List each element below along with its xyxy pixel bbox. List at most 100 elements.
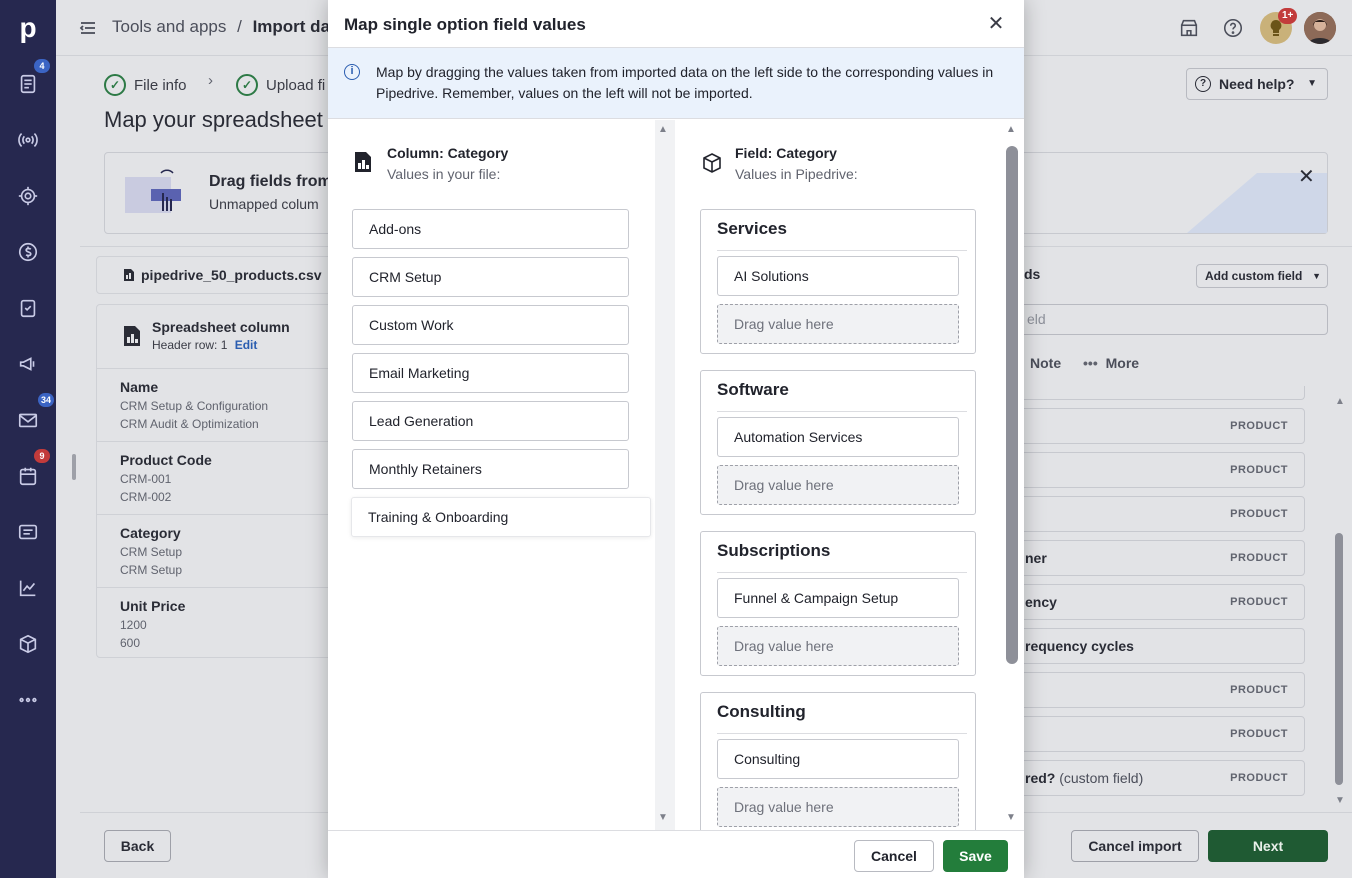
edit-header-row-link[interactable]: Edit xyxy=(235,338,258,352)
campaigns-megaphone-icon[interactable] xyxy=(8,344,48,384)
divider xyxy=(96,587,336,588)
more-dots-icon[interactable] xyxy=(8,680,48,720)
check-icon: ✓ xyxy=(236,74,258,96)
next-button[interactable]: Next xyxy=(1208,830,1328,862)
drag-banner-title: Drag fields from xyxy=(209,173,332,190)
target-icon[interactable] xyxy=(8,176,48,216)
option-title: Subscriptions xyxy=(717,541,831,560)
breadcrumb-root[interactable]: Tools and apps xyxy=(112,17,226,36)
field-row[interactable]: ner PRODUCT xyxy=(1016,540,1305,576)
caret-down-icon: ▼ xyxy=(1312,271,1321,281)
product-tag: PRODUCT xyxy=(1230,552,1288,564)
field-row[interactable]: PRODUCT xyxy=(1016,496,1305,532)
file-column-header: Column: Category Values in your file: xyxy=(387,143,508,185)
mapped-value[interactable]: Funnel & Campaign Setup xyxy=(717,578,959,618)
scroll-up-icon[interactable]: ▲ xyxy=(658,124,668,135)
spreadsheet-field[interactable]: Unit Price 1200 600 xyxy=(120,597,185,652)
file-value-item[interactable]: Custom Work xyxy=(352,305,629,345)
back-button[interactable]: Back xyxy=(104,830,171,862)
field-row[interactable]: PRODUCT xyxy=(1016,716,1305,752)
field-name: Category xyxy=(120,525,181,541)
deals-dollar-icon[interactable] xyxy=(8,232,48,272)
modal-footer: Cancel Save xyxy=(328,830,1024,878)
field-name: Name xyxy=(120,379,159,395)
option-group: Consulting Consulting Drag value here xyxy=(700,692,976,830)
mapped-value[interactable]: Consulting xyxy=(717,739,959,779)
products-box-icon[interactable] xyxy=(8,624,48,664)
field-row[interactable]: ency PRODUCT xyxy=(1016,584,1305,620)
field-sample: CRM Setup xyxy=(120,563,183,577)
scroll-down-icon[interactable]: ▼ xyxy=(1006,812,1016,823)
spreadsheet-field[interactable]: Name CRM Setup & Configuration CRM Audit… xyxy=(120,378,268,433)
field-row[interactable]: PRODUCT xyxy=(1016,672,1305,708)
main-sidebar: p 4 34 9 xyxy=(0,0,56,878)
map-values-modal: Map single option field values ✕ i Map b… xyxy=(328,0,1024,878)
field-search-input[interactable]: eld xyxy=(1016,304,1328,335)
file-value-item[interactable]: Lead Generation xyxy=(352,401,629,441)
drop-zone[interactable]: Drag value here xyxy=(717,626,959,666)
add-custom-field-button[interactable]: Add custom field ▼ xyxy=(1196,264,1328,288)
mapped-value[interactable]: AI Solutions xyxy=(717,256,959,296)
product-tag: PRODUCT xyxy=(1230,464,1288,476)
left-column-scroll-gutter xyxy=(655,120,675,830)
drop-zone[interactable]: Drag value here xyxy=(717,465,959,505)
need-help-button[interactable]: ? Need help? ▼ xyxy=(1186,68,1328,100)
fields-scrollbar[interactable] xyxy=(1335,533,1343,785)
insights-chart-icon[interactable] xyxy=(8,568,48,608)
field-row-label: ency xyxy=(1025,594,1057,610)
spreadsheet-file-icon xyxy=(355,152,371,172)
mail-icon[interactable]: 34 xyxy=(8,393,54,440)
scroll-down-icon[interactable]: ▼ xyxy=(658,812,668,823)
scroll-up-icon[interactable]: ▲ xyxy=(1335,396,1345,407)
field-type-tabs: Note ••• More xyxy=(1030,355,1139,371)
file-value-item-dragging[interactable]: Training & Onboarding xyxy=(351,497,651,537)
collapse-menu-icon[interactable] xyxy=(78,18,98,38)
spreadsheet-field[interactable]: Category CRM Setup CRM Setup xyxy=(120,524,182,579)
product-tag: PRODUCT xyxy=(1230,420,1288,432)
leads-icon[interactable]: 4 xyxy=(8,59,50,104)
user-avatar[interactable] xyxy=(1304,12,1336,44)
scroll-up-icon[interactable]: ▲ xyxy=(1006,124,1016,135)
panel-resize-handle[interactable] xyxy=(72,454,76,480)
pipedrive-logo[interactable]: p xyxy=(0,8,56,48)
breadcrumb-separator: / xyxy=(237,17,242,36)
leads-badge: 4 xyxy=(34,59,50,73)
cancel-import-button[interactable]: Cancel import xyxy=(1071,830,1199,862)
file-value-item[interactable]: Monthly Retainers xyxy=(352,449,629,489)
field-row[interactable]: red? (custom field) PRODUCT xyxy=(1016,760,1305,796)
file-icon xyxy=(124,269,134,281)
field-sample: CRM-002 xyxy=(120,490,172,504)
mapped-value[interactable]: Automation Services xyxy=(717,417,959,457)
save-button[interactable]: Save xyxy=(943,840,1008,872)
activities-clipboard-icon[interactable] xyxy=(8,288,48,328)
step-label: Upload fi xyxy=(266,76,326,94)
contacts-card-icon[interactable] xyxy=(8,512,48,552)
marketplace-icon[interactable] xyxy=(1176,15,1202,41)
info-icon: i xyxy=(344,64,360,80)
calendar-icon[interactable]: 9 xyxy=(8,449,50,496)
broadcast-icon[interactable] xyxy=(8,120,48,160)
spreadsheet-column-title: Spreadsheet column xyxy=(152,319,290,335)
field-row[interactable]: requency cycles xyxy=(1016,628,1305,664)
scroll-down-icon[interactable]: ▼ xyxy=(1335,795,1345,806)
add-custom-field-label: Add custom field xyxy=(1205,269,1303,283)
close-icon[interactable]: ✕ xyxy=(984,12,1008,36)
tab-more[interactable]: More xyxy=(1106,355,1139,371)
help-icon[interactable] xyxy=(1220,15,1246,41)
breadcrumb: Tools and apps / Import dat xyxy=(112,17,336,37)
option-title: Consulting xyxy=(717,702,806,721)
field-row[interactable]: PRODUCT xyxy=(1016,408,1305,444)
check-icon: ✓ xyxy=(104,74,126,96)
more-dots-icon: ••• xyxy=(1083,355,1098,371)
tab-note[interactable]: Note xyxy=(1030,355,1061,371)
drop-zone[interactable]: Drag value here xyxy=(717,787,959,827)
file-value-item[interactable]: CRM Setup xyxy=(352,257,629,297)
cancel-button[interactable]: Cancel xyxy=(854,840,934,872)
close-banner-icon[interactable]: ✕ xyxy=(1298,164,1315,189)
modal-scrollbar-thumb[interactable] xyxy=(1006,146,1018,664)
spreadsheet-field[interactable]: Product Code CRM-001 CRM-002 xyxy=(120,451,212,506)
field-row[interactable]: PRODUCT xyxy=(1016,452,1305,488)
file-value-item[interactable]: Add-ons xyxy=(352,209,629,249)
file-value-item[interactable]: Email Marketing xyxy=(352,353,629,393)
drop-zone[interactable]: Drag value here xyxy=(717,304,959,344)
